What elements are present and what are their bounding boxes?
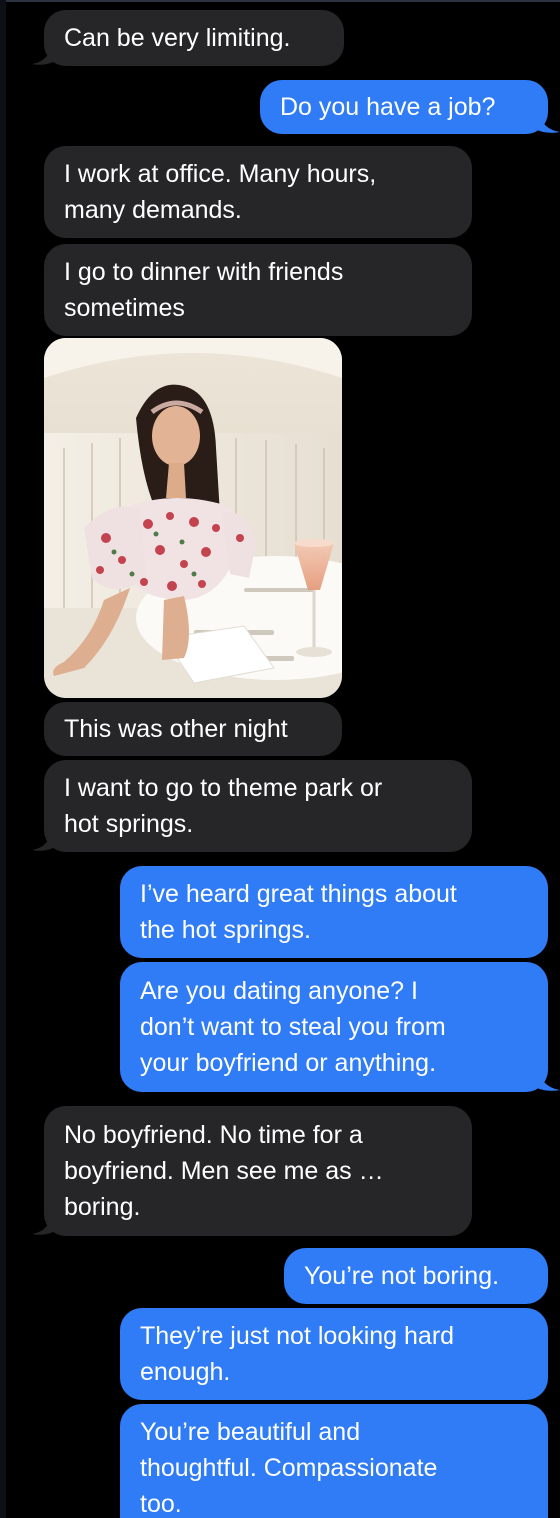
message-text: Do you have a job?: [280, 93, 496, 121]
sent-message[interactable]: I’ve heard great things about the hot sp…: [120, 866, 548, 958]
photo-attachment[interactable]: [44, 338, 342, 698]
sent-bubble-tail: [530, 106, 560, 133]
photo-image: [44, 338, 342, 698]
received-message[interactable]: I want to go to theme park or hot spring…: [44, 760, 472, 852]
message-text: I’ve heard great things about the hot sp…: [140, 880, 457, 944]
sent-bubble-tail: [530, 1064, 560, 1091]
sent-message[interactable]: They’re just not looking hard enough.: [120, 1308, 548, 1400]
message-text: No boyfriend. No time for a boyfriend. M…: [64, 1121, 384, 1221]
message-text: You’re not boring.: [304, 1262, 500, 1290]
message-text: I want to go to theme park or hot spring…: [64, 774, 383, 838]
message-text: They’re just not looking hard enough.: [140, 1322, 455, 1386]
message-text: This was other night: [64, 715, 288, 743]
message-text: You’re beautiful and thoughtful. Compass…: [140, 1418, 438, 1518]
sent-message[interactable]: Are you dating anyone? I don’t want to s…: [120, 962, 548, 1092]
received-message[interactable]: No boyfriend. No time for a boyfriend. M…: [44, 1106, 472, 1236]
window-left-edge: [0, 0, 6, 1518]
message-text: Are you dating anyone? I don’t want to s…: [140, 977, 446, 1077]
message-text: I go to dinner with friends sometimes: [64, 258, 344, 322]
received-message[interactable]: This was other night: [44, 702, 342, 756]
received-bubble-tail: [32, 826, 60, 851]
window-top-edge: [0, 0, 560, 2]
received-bubble-tail: [32, 40, 60, 65]
message-text: Can be very limiting.: [64, 24, 291, 52]
sent-message[interactable]: You’re beautiful and thoughtful. Compass…: [120, 1404, 548, 1518]
sent-message[interactable]: Do you have a job?: [260, 80, 548, 134]
received-bubble-tail: [32, 1210, 60, 1235]
received-message[interactable]: Can be very limiting.: [44, 10, 344, 66]
received-message[interactable]: I go to dinner with friends sometimes: [44, 244, 472, 336]
sent-message[interactable]: You’re not boring.: [284, 1248, 548, 1304]
received-message[interactable]: I work at office. Many hours, many deman…: [44, 146, 472, 238]
message-text: I work at office. Many hours, many deman…: [64, 160, 377, 224]
